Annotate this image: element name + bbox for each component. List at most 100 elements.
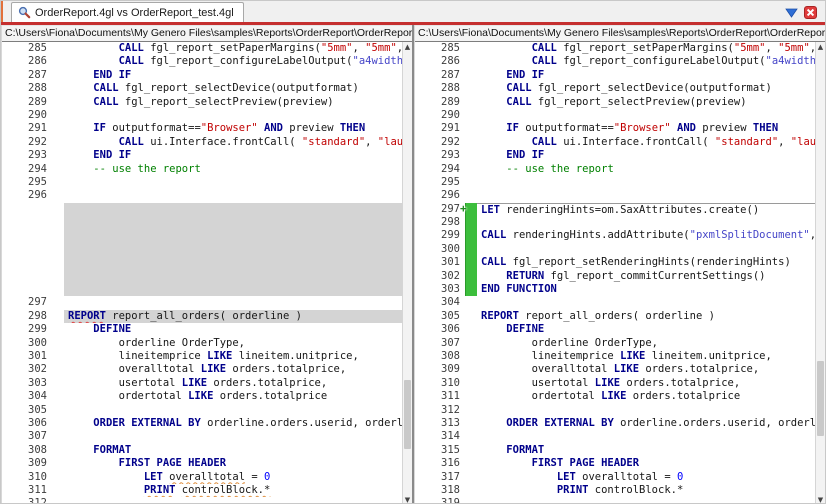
code-text: END IF <box>93 149 132 162</box>
code-line: 314 <box>415 430 815 443</box>
code-line: 304 ordertotal LIKE orders.totalprice <box>2 390 402 403</box>
line-number: 309 <box>28 457 47 470</box>
code-line: 289 CALL fgl_report_selectPreview(previe… <box>415 96 815 109</box>
line-number: 302 <box>28 363 47 376</box>
line-number: 297 <box>441 202 460 215</box>
diff-marker-gutter <box>465 310 477 323</box>
code-text: CALL fgl_report_selectDevice(outputforma… <box>93 82 359 95</box>
right-vertical-scrollbar[interactable]: ▲ ▼ <box>815 42 825 503</box>
code-line: 304 <box>415 296 815 309</box>
diff-marker-gutter <box>52 55 64 68</box>
line-number: 310 <box>28 470 47 483</box>
tab-bar: OrderReport.4gl vs OrderReport_test.4gl <box>1 1 825 22</box>
left-pane: C:\Users\Fiona\Documents\My Genero Files… <box>1 25 412 503</box>
diff-marker-gutter <box>52 296 64 309</box>
line-number: 294 <box>441 162 460 175</box>
code-line: 287 END IF <box>415 69 815 82</box>
tab-orderreport-diff[interactable]: OrderReport.4gl vs OrderReport_test.4gl <box>11 2 244 22</box>
code-line: 308 lineitemprice LIKE lineitem.unitpric… <box>415 350 815 363</box>
code-line: 312 <box>2 497 402 503</box>
diff-marker-gutter <box>465 377 477 390</box>
line-number: 291 <box>441 122 460 135</box>
line-number: 314 <box>441 430 460 443</box>
code-text: CALL fgl_report_selectPreview(preview) <box>506 95 747 108</box>
code-text: FIRST PAGE HEADER <box>531 457 640 470</box>
code-line: 298 <box>415 216 815 230</box>
code-line: 286 CALL fgl_report_configureLabelOutput… <box>415 55 815 68</box>
left-vertical-scrollbar[interactable]: ▲ ▼ <box>402 42 412 503</box>
diff-marker-gutter <box>52 363 64 376</box>
line-number: 300 <box>28 336 47 349</box>
line-number: 297 <box>28 296 47 309</box>
line-number: 293 <box>28 149 47 162</box>
collapse-triangle-icon[interactable] <box>785 6 798 19</box>
code-line: 319 <box>415 497 815 503</box>
scroll-up-icon[interactable]: ▲ <box>816 42 825 52</box>
code-line: 312 <box>415 404 815 417</box>
code-text: CALL fgl_report_setRenderingHints(render… <box>481 256 791 269</box>
diff-marker-gutter <box>465 350 477 363</box>
code-line: 295 <box>2 176 402 189</box>
right-code-area[interactable]: 285 CALL fgl_report_setPaperMargins("5mm… <box>415 42 825 503</box>
line-number: 316 <box>441 457 460 470</box>
line-number: 288 <box>441 82 460 95</box>
code-line: 308 FORMAT <box>2 444 402 457</box>
diff-marker-gutter <box>52 457 64 470</box>
code-line: 311 ordertotal LIKE orders.totalprice <box>415 390 815 403</box>
scroll-down-icon[interactable]: ▼ <box>403 495 412 503</box>
diff-marker-gutter <box>465 82 477 95</box>
code-line: 294 -- use the report <box>415 163 815 176</box>
diff-marker-gutter <box>465 430 477 443</box>
code-line: 305 REPORT report_all_orders( orderline ) <box>415 310 815 323</box>
diff-marker-gutter <box>465 337 477 350</box>
code-line: 285 CALL fgl_report_setPaperMargins("5mm… <box>2 42 402 55</box>
line-number: 292 <box>28 135 47 148</box>
scroll-down-icon[interactable]: ▼ <box>816 495 825 503</box>
left-code-area[interactable]: 285 CALL fgl_report_setPaperMargins("5mm… <box>2 42 412 503</box>
diff-magnifier-icon <box>18 6 31 19</box>
line-number: 286 <box>441 55 460 68</box>
scroll-up-icon[interactable]: ▲ <box>403 42 412 52</box>
line-number: 306 <box>441 323 460 336</box>
diff-marker-gutter <box>465 149 477 162</box>
code-text: lineitemprice LIKE lineitem.unitprice, <box>68 350 359 363</box>
diff-marker-gutter <box>52 82 64 95</box>
code-line: 290 <box>415 109 815 122</box>
code-line: 300 orderline OrderType, <box>2 337 402 350</box>
code-text: ORDER EXTERNAL BY orderline.orders.useri… <box>506 416 815 429</box>
line-number: 299 <box>28 323 47 336</box>
line-number: 296 <box>28 189 47 202</box>
code-line: 303 END FUNCTION <box>415 283 815 297</box>
code-line: 309 FIRST PAGE HEADER <box>2 457 402 470</box>
code-text: CALL ui.Interface.frontCall( "standard",… <box>531 135 815 148</box>
line-number: 304 <box>28 390 47 403</box>
code-text: PRINT controlBlock.* <box>556 483 684 496</box>
code-text: overalltotal LIKE orders.totalprice, <box>481 363 760 376</box>
line-number: 289 <box>28 95 47 108</box>
close-tab-button[interactable] <box>804 6 817 19</box>
code-line: 302 RETURN fgl_report_commitCurrentSetti… <box>415 269 815 284</box>
diff-marker-gutter <box>52 471 64 484</box>
code-text: DEFINE <box>93 323 132 336</box>
code-line: 300 <box>415 242 815 257</box>
diff-marker-gutter <box>52 484 64 497</box>
code-line: 302 overalltotal LIKE orders.totalprice, <box>2 363 402 376</box>
diff-marker-gutter <box>52 337 64 350</box>
code-line: 306 DEFINE <box>415 323 815 336</box>
diff-marker-gutter <box>465 323 477 336</box>
line-number: 293 <box>441 149 460 162</box>
code-text: CALL fgl_report_configureLabelOutput("a4… <box>118 55 402 68</box>
line-number: 308 <box>28 443 47 456</box>
left-scrollbar-thumb[interactable] <box>404 379 411 450</box>
right-scrollbar-thumb[interactable] <box>817 361 824 436</box>
code-line: 289 CALL fgl_report_selectPreview(previe… <box>2 96 402 109</box>
diff-marker-gutter <box>465 176 477 189</box>
line-number: 315 <box>441 443 460 456</box>
